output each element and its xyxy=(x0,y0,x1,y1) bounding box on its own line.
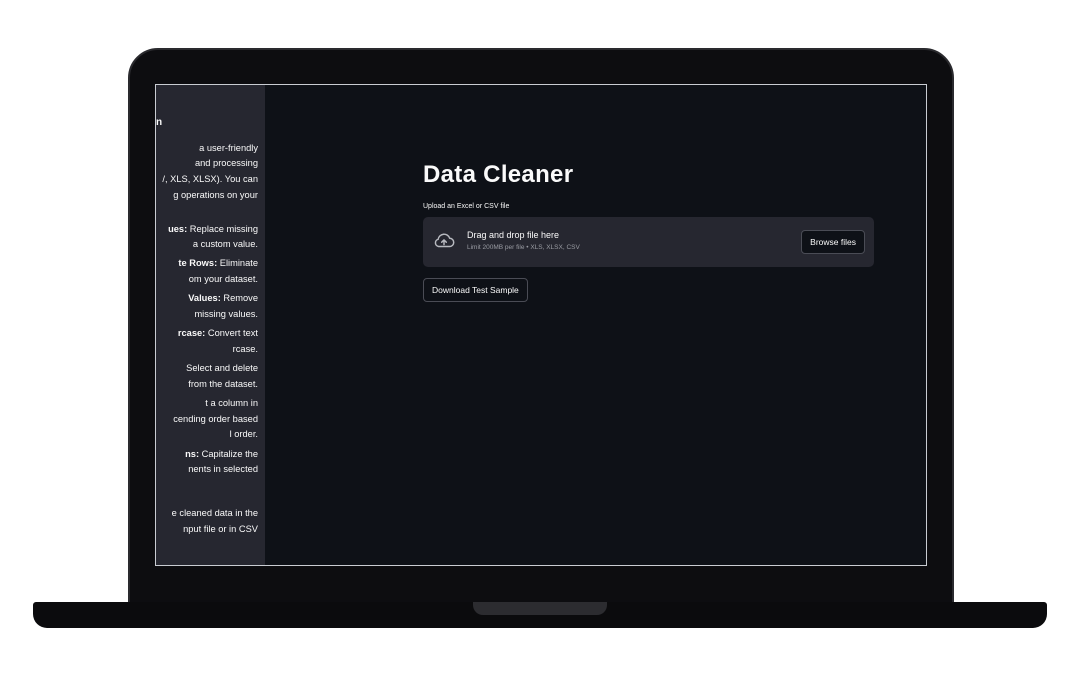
list-item: Values: Remove missing values. xyxy=(156,291,258,322)
list-item: Select and delete from the dataset. xyxy=(156,361,258,392)
sidebar-feature-list: ues: Replace missing a custom value. te … xyxy=(156,222,258,479)
dropzone-instruction: Drag and drop file here xyxy=(467,230,560,240)
list-item: t a column in cending order based l orde… xyxy=(156,396,258,443)
item-line2: from the dataset. xyxy=(188,378,258,389)
item-bold: ns: xyxy=(185,448,200,459)
item-text: Select and delete xyxy=(186,363,258,374)
intro-line: and processing xyxy=(194,158,258,169)
intro-line: /, XLS, XLSX). You can xyxy=(162,174,258,185)
item-line2: nents in selected xyxy=(188,464,258,475)
app-screen: n a user-friendly and processing /, XLS,… xyxy=(155,84,927,566)
item-text: Eliminate xyxy=(217,258,258,269)
laptop-base xyxy=(33,602,1047,628)
item-text: t a column in xyxy=(205,398,258,409)
item-text: Replace missing xyxy=(187,223,258,234)
item-line3: l order. xyxy=(229,429,258,440)
list-item: rcase: Convert text rcase. xyxy=(156,326,258,357)
item-bold: ues: xyxy=(168,223,188,234)
list-item: te Rows: Eliminate om your dataset. xyxy=(156,256,258,287)
item-bold: Values: xyxy=(188,293,221,304)
item-line2: cending order based xyxy=(173,413,258,424)
sidebar-intro: a user-friendly and processing /, XLS, X… xyxy=(156,141,258,204)
intro-line: a user-friendly xyxy=(199,142,258,153)
uploader-label: Upload an Excel or CSV file xyxy=(423,203,510,210)
item-line2: om your dataset. xyxy=(188,274,258,285)
item-line2: missing values. xyxy=(194,309,258,320)
list-item: ues: Replace missing a custom value. xyxy=(156,222,258,253)
sidebar: n a user-friendly and processing /, XLS,… xyxy=(156,85,265,565)
list-item: ns: Capitalize the nents in selected xyxy=(156,447,258,478)
item-line2: a custom value. xyxy=(192,239,258,250)
item-bold: rcase: xyxy=(177,328,206,339)
item-line2: rcase. xyxy=(232,343,258,354)
download-test-sample-button[interactable]: Download Test Sample xyxy=(423,278,528,302)
sidebar-outro: e cleaned data in the nput file or in CS… xyxy=(156,506,258,537)
main-content: Data Cleaner Upload an Excel or CSV file… xyxy=(423,159,875,302)
item-text: Remove xyxy=(220,293,258,304)
sidebar-heading: n xyxy=(156,117,163,128)
cloud-upload-icon xyxy=(434,233,455,248)
dropzone-limit: Limit 200MB per file • XLS, XLSX, CSV xyxy=(467,244,580,251)
laptop-notch xyxy=(473,602,607,615)
item-bold: te Rows: xyxy=(178,258,218,269)
page-title: Data Cleaner xyxy=(423,161,574,188)
item-text: Capitalize the xyxy=(199,448,258,459)
intro-line: g operations on your xyxy=(173,189,258,200)
item-text: Convert text xyxy=(205,328,258,339)
file-dropzone[interactable]: Drag and drop file here Limit 200MB per … xyxy=(423,217,874,267)
outro-line: nput file or in CSV xyxy=(183,523,258,534)
browse-files-button[interactable]: Browse files xyxy=(801,230,865,254)
sidebar-content: n a user-friendly and processing /, XLS,… xyxy=(156,115,258,537)
outro-line: e cleaned data in the xyxy=(171,508,258,519)
dropzone-text: Drag and drop file here Limit 200MB per … xyxy=(467,229,580,254)
